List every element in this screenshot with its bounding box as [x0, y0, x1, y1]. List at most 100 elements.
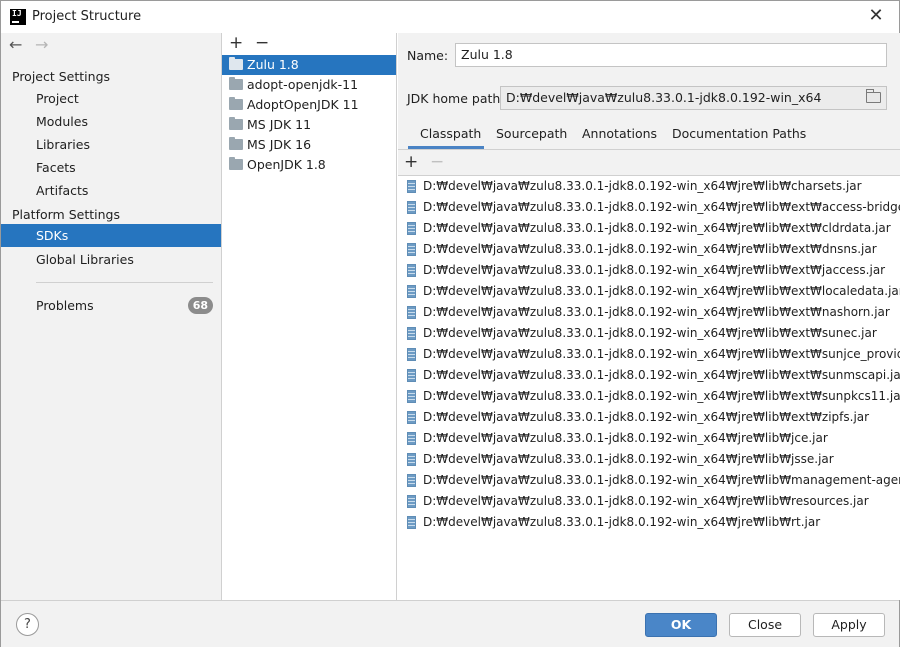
jar-icon — [407, 222, 416, 235]
classpath-entry: D:₩devel₩java₩zulu8.33.0.1-jdk8.0.192-wi… — [423, 326, 877, 340]
forward-arrow-icon[interactable]: → — [35, 35, 61, 54]
tab-sourcepath[interactable]: Sourcepath — [496, 123, 567, 149]
classpath-entry: D:₩devel₩java₩zulu8.33.0.1-jdk8.0.192-wi… — [423, 515, 821, 529]
list-item[interactable]: D:₩devel₩java₩zulu8.33.0.1-jdk8.0.192-wi… — [398, 491, 898, 512]
jar-icon — [407, 243, 416, 256]
classpath-entry: D:₩devel₩java₩zulu8.33.0.1-jdk8.0.192-wi… — [423, 221, 891, 235]
classpath-entry: D:₩devel₩java₩zulu8.33.0.1-jdk8.0.192-wi… — [423, 494, 869, 508]
list-item[interactable]: D:₩devel₩java₩zulu8.33.0.1-jdk8.0.192-wi… — [398, 260, 898, 281]
jar-icon — [407, 474, 416, 487]
jar-icon — [407, 432, 416, 445]
jar-icon — [407, 390, 416, 403]
sidebar-item-problems[interactable]: Problems 68 — [1, 294, 221, 317]
sdk-name-field[interactable]: Zulu 1.8 — [455, 43, 887, 67]
name-label: Name: — [407, 48, 449, 63]
list-item[interactable]: D:₩devel₩java₩zulu8.33.0.1-jdk8.0.192-wi… — [398, 449, 898, 470]
jar-icon — [407, 306, 416, 319]
classpath-entry: D:₩devel₩java₩zulu8.33.0.1-jdk8.0.192-wi… — [423, 347, 900, 361]
tab-documentation-paths[interactable]: Documentation Paths — [672, 123, 806, 149]
list-item[interactable]: D:₩devel₩java₩zulu8.33.0.1-jdk8.0.192-wi… — [398, 512, 898, 533]
settings-sidebar: ← → Project Settings Project Modules Libr… — [1, 33, 222, 600]
sidebar-item-libraries[interactable]: Libraries — [1, 133, 221, 156]
sdk-item-adopt-openjdk-11[interactable]: adopt-openjdk-11 — [222, 75, 396, 95]
jar-icon — [407, 201, 416, 214]
jdk-home-path-field[interactable]: D:₩devel₩java₩zulu8.33.0.1-jdk8.0.192-wi… — [500, 86, 887, 110]
sdk-item-label: OpenJDK 1.8 — [247, 157, 326, 172]
sidebar-item-artifacts[interactable]: Artifacts — [1, 179, 221, 202]
classpath-entry: D:₩devel₩java₩zulu8.33.0.1-jdk8.0.192-wi… — [423, 473, 900, 487]
project-settings-header: Project Settings — [12, 69, 111, 84]
add-sdk-button[interactable]: + — [229, 33, 255, 53]
sdk-item-zulu-1-8[interactable]: Zulu 1.8 — [222, 55, 396, 75]
folder-icon — [229, 57, 243, 70]
project-structure-dialog: IJ Project Structure ✕ ← → Project Settin… — [0, 0, 900, 647]
list-item[interactable]: D:₩devel₩java₩zulu8.33.0.1-jdk8.0.192-wi… — [398, 281, 900, 302]
list-item[interactable]: D:₩devel₩java₩zulu8.33.0.1-jdk8.0.192-wi… — [398, 176, 898, 197]
sdk-item-label: MS JDK 11 — [247, 117, 312, 132]
folder-icon — [229, 117, 243, 130]
dialog-button-bar: ? OK Close Apply — [1, 600, 899, 647]
problems-count-badge: 68 — [187, 297, 213, 314]
list-item[interactable]: D:₩devel₩java₩zulu8.33.0.1-jdk8.0.192-wi… — [398, 428, 898, 449]
sdk-list-panel: + − Zulu 1.8 adopt-openjdk-11 AdoptOpenJD… — [222, 33, 397, 600]
list-item[interactable]: D:₩devel₩java₩zulu8.33.0.1-jdk8.0.192-wi… — [398, 407, 898, 428]
list-item[interactable]: D:₩devel₩java₩zulu8.33.0.1-jdk8.0.192-wi… — [398, 470, 900, 491]
classpath-entry: D:₩devel₩java₩zulu8.33.0.1-jdk8.0.192-wi… — [423, 200, 900, 214]
sdk-item-label: adopt-openjdk-11 — [247, 77, 359, 92]
tab-annotations[interactable]: Annotations — [582, 123, 657, 149]
folder-icon — [229, 97, 243, 110]
remove-sdk-button[interactable]: − — [255, 33, 281, 53]
sdk-item-label: MS JDK 16 — [247, 137, 312, 152]
close-window-icon[interactable]: ✕ — [863, 5, 889, 29]
jar-icon — [407, 264, 416, 277]
folder-icon — [229, 157, 243, 170]
sidebar-item-global-libraries[interactable]: Global Libraries — [1, 248, 221, 271]
back-arrow-icon[interactable]: ← — [9, 35, 35, 54]
sdk-item-openjdk-1-8[interactable]: OpenJDK 1.8 — [222, 155, 396, 175]
sidebar-item-project[interactable]: Project — [1, 87, 221, 110]
browse-folder-icon[interactable] — [866, 89, 881, 103]
platform-settings-header: Platform Settings — [12, 207, 120, 222]
list-item[interactable]: D:₩devel₩java₩zulu8.33.0.1-jdk8.0.192-wi… — [398, 386, 900, 407]
sidebar-item-sdks[interactable]: SDKs — [1, 224, 221, 247]
jar-icon — [407, 516, 416, 529]
jdk-home-path-value: D:₩devel₩java₩zulu8.33.0.1-jdk8.0.192-wi… — [506, 90, 822, 105]
window-title: Project Structure — [32, 9, 142, 24]
classpath-entry: D:₩devel₩java₩zulu8.33.0.1-jdk8.0.192-wi… — [423, 263, 886, 277]
classpath-list: D:₩devel₩java₩zulu8.33.0.1-jdk8.0.192-wi… — [398, 175, 900, 600]
list-item[interactable]: D:₩devel₩java₩zulu8.33.0.1-jdk8.0.192-wi… — [398, 302, 898, 323]
folder-icon — [229, 77, 243, 90]
jar-icon — [407, 369, 416, 382]
remove-classpath-button[interactable]: − — [430, 152, 444, 172]
jar-icon — [407, 327, 416, 340]
sdk-item-adoptopenjdk-11[interactable]: AdoptOpenJDK 11 — [222, 95, 396, 115]
navigation-arrows: ← → — [9, 35, 61, 54]
ok-button[interactable]: OK — [645, 613, 717, 637]
list-item[interactable]: D:₩devel₩java₩zulu8.33.0.1-jdk8.0.192-wi… — [398, 344, 900, 365]
sdk-item-label: AdoptOpenJDK 11 — [247, 97, 359, 112]
title-bar: IJ Project Structure ✕ — [1, 1, 899, 33]
classpath-entry: D:₩devel₩java₩zulu8.33.0.1-jdk8.0.192-wi… — [423, 431, 828, 445]
sdk-item-label: Zulu 1.8 — [247, 57, 299, 72]
classpath-entry: D:₩devel₩java₩zulu8.33.0.1-jdk8.0.192-wi… — [423, 410, 870, 424]
classpath-entry: D:₩devel₩java₩zulu8.33.0.1-jdk8.0.192-wi… — [423, 389, 900, 403]
sidebar-item-modules[interactable]: Modules — [1, 110, 221, 133]
close-button[interactable]: Close — [729, 613, 801, 637]
list-item[interactable]: D:₩devel₩java₩zulu8.33.0.1-jdk8.0.192-wi… — [398, 218, 898, 239]
tab-classpath[interactable]: Classpath — [408, 123, 484, 149]
jar-icon — [407, 495, 416, 508]
sdk-item-ms-jdk-16[interactable]: MS JDK 16 — [222, 135, 396, 155]
help-button[interactable]: ? — [16, 613, 39, 636]
classpath-toolbar: + − — [398, 149, 900, 175]
apply-button[interactable]: Apply — [813, 613, 885, 637]
list-item[interactable]: D:₩devel₩java₩zulu8.33.0.1-jdk8.0.192-wi… — [398, 197, 900, 218]
jar-icon — [407, 453, 416, 466]
list-item[interactable]: D:₩devel₩java₩zulu8.33.0.1-jdk8.0.192-wi… — [398, 323, 898, 344]
jar-icon — [407, 348, 416, 361]
intellij-logo-icon: IJ — [10, 9, 26, 25]
sidebar-item-facets[interactable]: Facets — [1, 156, 221, 179]
add-classpath-button[interactable]: + — [404, 152, 418, 172]
list-item[interactable]: D:₩devel₩java₩zulu8.33.0.1-jdk8.0.192-wi… — [398, 365, 900, 386]
list-item[interactable]: D:₩devel₩java₩zulu8.33.0.1-jdk8.0.192-wi… — [398, 239, 898, 260]
sdk-item-ms-jdk-11[interactable]: MS JDK 11 — [222, 115, 396, 135]
